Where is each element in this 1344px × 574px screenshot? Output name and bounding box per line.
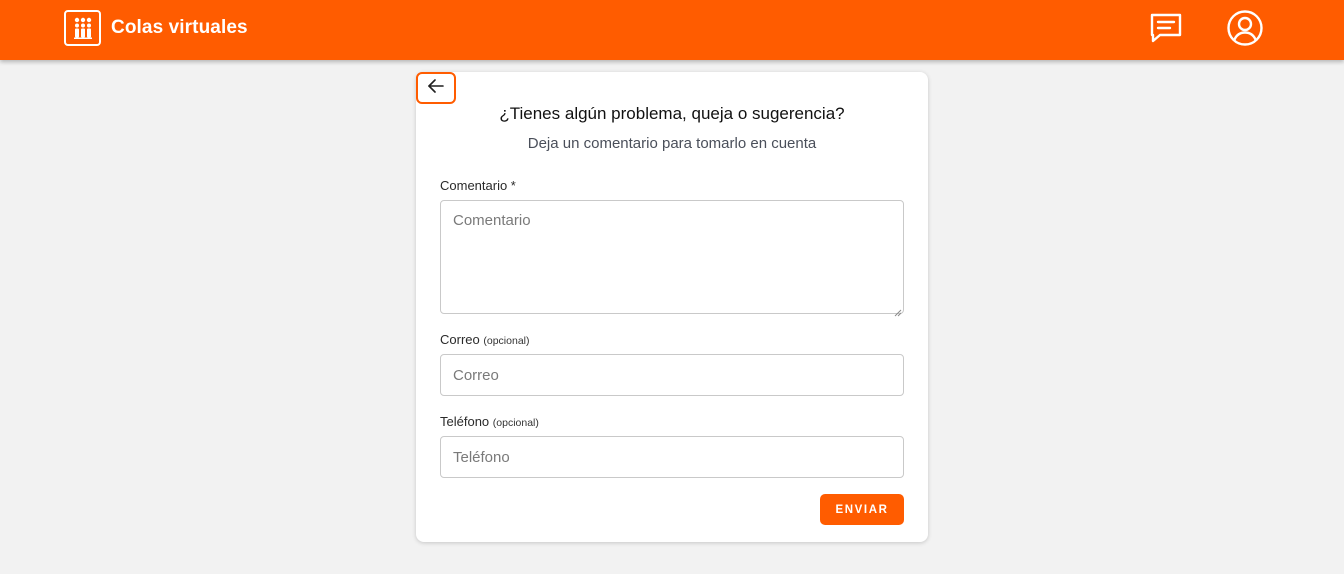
- email-label: Correo (opcional): [440, 332, 529, 347]
- phone-label: Teléfono (opcional): [440, 414, 539, 429]
- arrow-left-icon: [427, 78, 445, 98]
- brand[interactable]: Colas virtuales: [64, 10, 248, 46]
- message-square-icon: [1148, 11, 1184, 50]
- user-circle-icon: [1226, 9, 1264, 52]
- card-subtitle: Deja un comentario para tomarlo en cuent…: [527, 135, 817, 152]
- back-button[interactable]: [416, 72, 456, 104]
- card-title: ¿Tienes algún problema, queja o sugerenc…: [499, 104, 845, 123]
- phone-input[interactable]: [440, 436, 904, 478]
- top-bar: Colas virtuales: [0, 0, 1344, 60]
- email-label-text: Correo: [440, 332, 480, 347]
- email-optional-note: (opcional): [483, 335, 530, 347]
- email-input[interactable]: [440, 354, 904, 396]
- queue-people-icon: [64, 10, 101, 46]
- feedback-card: ¿Tienes algún problema, queja o sugerenc…: [416, 72, 928, 542]
- feedback-button[interactable]: [1146, 10, 1186, 50]
- phone-optional-note: (opcional): [492, 417, 539, 429]
- comment-label: Comentario *: [440, 178, 516, 193]
- app-title: Colas virtuales: [111, 17, 248, 38]
- submit-button[interactable]: ENVIAR: [820, 494, 904, 525]
- comment-textarea[interactable]: [440, 200, 904, 314]
- account-button[interactable]: [1225, 9, 1265, 52]
- phone-label-text: Teléfono: [440, 414, 490, 429]
